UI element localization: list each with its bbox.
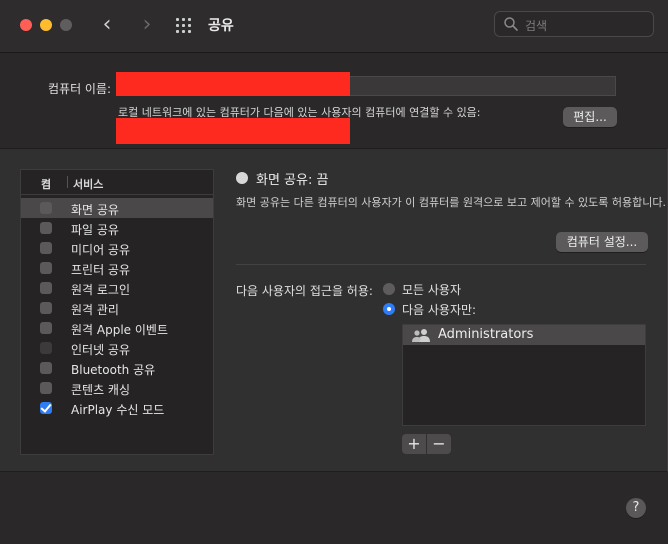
all-users-radio[interactable] [383,283,395,295]
service-row-bluetooth-sharing[interactable]: Bluetooth 공유 [21,358,213,378]
service-checkbox[interactable] [40,262,52,274]
redacted-computer-name [116,72,350,96]
divider [236,264,646,265]
service-checkbox[interactable] [40,302,52,314]
header-separator [67,176,68,188]
window-title: 공유 [208,18,234,34]
search-icon [504,17,518,31]
service-label: 프린터 공유 [71,263,131,277]
allow-access-label: 다음 사용자의 접근을 허용: [236,284,373,298]
service-list-header: 켬 서비스 [21,170,213,195]
zoom-window-button[interactable] [60,19,72,31]
screen-sharing-status: 화면 공유: 끔 [256,173,329,188]
service-checkbox[interactable] [40,202,52,214]
user-row-administrators[interactable]: Administrators [403,325,645,345]
service-row-content-caching[interactable]: 콘텐츠 캐싱 [21,378,213,398]
remove-user-button[interactable]: − [427,434,451,454]
edit-button[interactable]: 편집... [563,107,617,127]
help-button[interactable]: ? [626,498,646,518]
service-label: 원격 Apple 이벤트 [71,323,168,337]
redacted-local-address [116,118,350,144]
add-user-button[interactable]: + [402,434,426,454]
back-button[interactable]: ‹ [96,13,118,37]
service-row-file-sharing[interactable]: 파일 공유 [21,218,213,238]
forward-button[interactable]: › [136,13,158,37]
service-list[interactable]: 켬 서비스 화면 공유 파일 공유 미디어 공유 프린터 공유 원격 로그인 원… [20,169,214,455]
minimize-window-button[interactable] [40,19,52,31]
all-users-label[interactable]: 모든 사용자 [402,281,461,298]
minus-icon: − [432,434,446,453]
service-label: 인터넷 공유 [71,343,131,357]
status-indicator-icon [236,172,248,184]
service-label: 원격 로그인 [71,283,131,297]
service-checkbox[interactable] [40,362,52,374]
service-row-remote-apple-events[interactable]: 원격 Apple 이벤트 [21,318,213,338]
service-checkbox[interactable] [40,382,52,394]
service-checkbox[interactable] [40,282,52,294]
service-row-internet-sharing[interactable]: 인터넷 공유 [21,338,213,358]
service-checkbox[interactable] [40,222,52,234]
user-label: Administrators [438,327,534,342]
allowed-users-list[interactable]: Administrators [402,324,646,426]
service-row-media-sharing[interactable]: 미디어 공유 [21,238,213,258]
computer-name-label: 컴퓨터 이름: [48,82,112,96]
service-label: 원격 관리 [71,303,119,317]
service-row-screen-sharing[interactable]: 화면 공유 [21,198,213,218]
service-label: 화면 공유 [71,203,119,217]
close-window-button[interactable] [20,19,32,31]
service-checkbox[interactable] [40,322,52,334]
service-label: 콘텐츠 캐싱 [71,383,131,397]
title-bar: ‹ › 공유 검색 [0,0,668,53]
screen-sharing-info: 화면 공유는 다른 컴퓨터의 사용자가 이 컴퓨터를 원격으로 보고 제어할 수… [236,196,667,209]
header-on[interactable]: 켬 [41,176,51,192]
user-group-icon [412,329,430,342]
service-row-printer-sharing[interactable]: 프린터 공유 [21,258,213,278]
service-label: 미디어 공유 [71,243,131,257]
service-row-remote-login[interactable]: 원격 로그인 [21,278,213,298]
only-these-users-label[interactable]: 다음 사용자만: [402,301,476,318]
service-label: 파일 공유 [71,223,119,237]
service-label: Bluetooth 공유 [71,363,156,377]
search-field[interactable]: 검색 [494,11,654,37]
service-label: AirPlay 수신 모드 [71,403,165,417]
plus-icon: + [407,434,421,453]
service-checkbox[interactable] [40,242,52,254]
header-service[interactable]: 서비스 [73,176,103,192]
service-row-remote-management[interactable]: 원격 관리 [21,298,213,318]
only-these-users-radio[interactable] [383,303,395,315]
search-placeholder: 검색 [525,19,548,33]
computer-settings-button[interactable]: 컴퓨터 설정... [556,232,648,252]
service-row-airplay-receiver[interactable]: AirPlay 수신 모드 [21,398,213,418]
service-checkbox-checked[interactable] [40,402,52,414]
service-checkbox[interactable] [40,342,52,354]
show-all-grid-icon[interactable] [176,18,194,34]
